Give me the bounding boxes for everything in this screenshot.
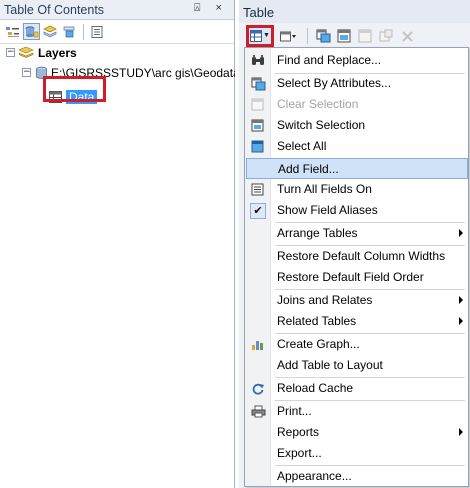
list-by-drawing-order-icon[interactable] <box>4 23 21 40</box>
menu-item-label: Create Graph... <box>277 337 360 351</box>
toc-title: Table Of Contents <box>4 3 105 17</box>
menu-item-clear-selection: Clear Selection <box>246 94 468 115</box>
list-by-source-icon[interactable] <box>23 23 40 40</box>
delete-selected-toolbar-icon <box>399 27 416 44</box>
menu-item-print[interactable]: Print... <box>246 401 468 422</box>
collapse-icon[interactable]: − <box>22 68 31 77</box>
layers-icon <box>19 46 34 59</box>
menu-item-label: Reports <box>277 425 320 439</box>
menu-item-appearance[interactable]: Appearance... <box>246 466 468 487</box>
menu-item-label: Switch Selection <box>277 118 366 132</box>
menu-item-select-all[interactable]: Select All <box>246 136 468 157</box>
printer-icon <box>246 405 270 418</box>
related-tables-button[interactable] <box>278 27 300 44</box>
menu-item-label: Add Table to Layout <box>277 358 383 372</box>
menu-item-label: Joins and Relates <box>277 293 373 307</box>
menu-item-label: Find and Replace... <box>277 53 382 67</box>
collapse-icon[interactable]: − <box>6 48 15 57</box>
reload-icon <box>246 382 270 395</box>
fields-on-icon <box>246 183 270 196</box>
menu-item-restore-field-order[interactable]: Restore Default Field Order <box>246 267 468 288</box>
menu-item-label: Select All <box>277 139 327 153</box>
checkmark-icon: ✔ <box>250 202 266 219</box>
graph-icon <box>246 338 270 351</box>
table-of-contents-pane: Table Of Contents ⍓ × − Layers − E:\GISR… <box>0 0 235 488</box>
menu-item-export[interactable]: Export... <box>246 443 468 464</box>
list-by-selection-icon[interactable] <box>61 23 78 40</box>
menu-item-find-and-replace[interactable]: Find and Replace... <box>246 50 468 71</box>
submenu-arrow-icon <box>459 296 463 304</box>
workspace-node[interactable]: − E:\GISRSSSTUDY\arc gis\Geodata <box>0 64 235 81</box>
switch-selection-toolbar-icon[interactable] <box>336 27 353 44</box>
submenu-arrow-icon <box>459 317 463 325</box>
data-table-node[interactable]: Data <box>0 88 235 105</box>
table-options-icon <box>250 29 263 42</box>
layer-tree: − Layers − E:\GISRSSSTUDY\arc gis\Geodat… <box>0 44 235 105</box>
menu-item-label: Add Field... <box>278 162 339 176</box>
submenu-arrow-icon <box>459 428 463 436</box>
data-highlight-box <box>43 76 106 102</box>
menu-item-reload-cache[interactable]: Reload Cache <box>246 378 468 399</box>
table-toolbar: ▼ <box>239 23 470 48</box>
select-all-icon <box>246 140 270 153</box>
menu-item-add-table-to-layout[interactable]: Add Table to Layout <box>246 355 468 376</box>
menu-item-joins-and-relates[interactable]: Joins and Relates <box>246 290 468 311</box>
clear-selection-toolbar-icon <box>357 27 374 44</box>
menu-item-label: Select By Attributes... <box>277 76 392 90</box>
menu-item-arrange-tables[interactable]: Arrange Tables <box>246 223 468 244</box>
menu-item-restore-column-widths[interactable]: Restore Default Column Widths <box>246 246 468 267</box>
menu-item-switch-selection[interactable]: Switch Selection <box>246 115 468 136</box>
menu-item-add-field[interactable]: Add Field... <box>246 158 468 179</box>
menu-item-label: Print... <box>277 404 312 418</box>
select-by-attributes-icon <box>246 77 270 91</box>
toc-title-bar: Table Of Contents ⍓ × <box>0 0 234 20</box>
chevron-down-icon: ▼ <box>263 32 270 39</box>
menu-item-create-graph[interactable]: Create Graph... <box>246 334 468 355</box>
menu-item-show-field-aliases[interactable]: ✔ Show Field Aliases <box>246 200 468 221</box>
related-tables-icon <box>280 31 296 41</box>
menu-item-label: Show Field Aliases <box>277 203 378 217</box>
binoculars-icon <box>246 54 270 68</box>
toc-toolbar <box>0 20 234 44</box>
menu-item-label: Arrange Tables <box>277 226 358 240</box>
menu-item-label: Reload Cache <box>277 381 354 395</box>
layers-node[interactable]: − Layers <box>0 44 235 61</box>
menu-item-label: Restore Default Field Order <box>277 270 424 284</box>
menu-item-label: Clear Selection <box>277 97 359 111</box>
menu-item-label: Turn All Fields On <box>277 182 372 196</box>
menu-item-reports[interactable]: Reports <box>246 422 468 443</box>
menu-item-related-tables[interactable]: Related Tables <box>246 311 468 332</box>
menu-item-turn-all-fields-on[interactable]: Turn All Fields On <box>246 179 468 200</box>
toolbar-separator <box>307 27 308 44</box>
clear-selection-icon <box>246 98 270 111</box>
menu-item-label: Export... <box>277 446 322 460</box>
menu-item-label: Restore Default Column Widths <box>277 249 446 263</box>
table-window-title: Table <box>239 0 470 23</box>
menu-item-label: Appearance... <box>277 469 352 483</box>
list-by-visibility-icon[interactable] <box>42 23 59 40</box>
table-options-button[interactable]: ▼ <box>246 24 274 47</box>
toolbar-separator <box>83 23 84 40</box>
submenu-arrow-icon <box>459 229 463 237</box>
layers-label: Layers <box>38 45 77 60</box>
menu-item-label: Related Tables <box>277 314 357 328</box>
select-by-attributes-toolbar-icon[interactable] <box>315 27 332 44</box>
menu-item-select-by-attributes[interactable]: Select By Attributes... <box>246 73 468 94</box>
zoom-to-selected-toolbar-icon <box>378 27 395 44</box>
switch-selection-icon <box>246 119 270 132</box>
toc-window-controls[interactable]: ⍓ × <box>194 2 228 15</box>
table-options-menu: Find and Replace... Select By Attributes… <box>244 47 469 487</box>
toc-options-icon[interactable] <box>89 23 106 40</box>
